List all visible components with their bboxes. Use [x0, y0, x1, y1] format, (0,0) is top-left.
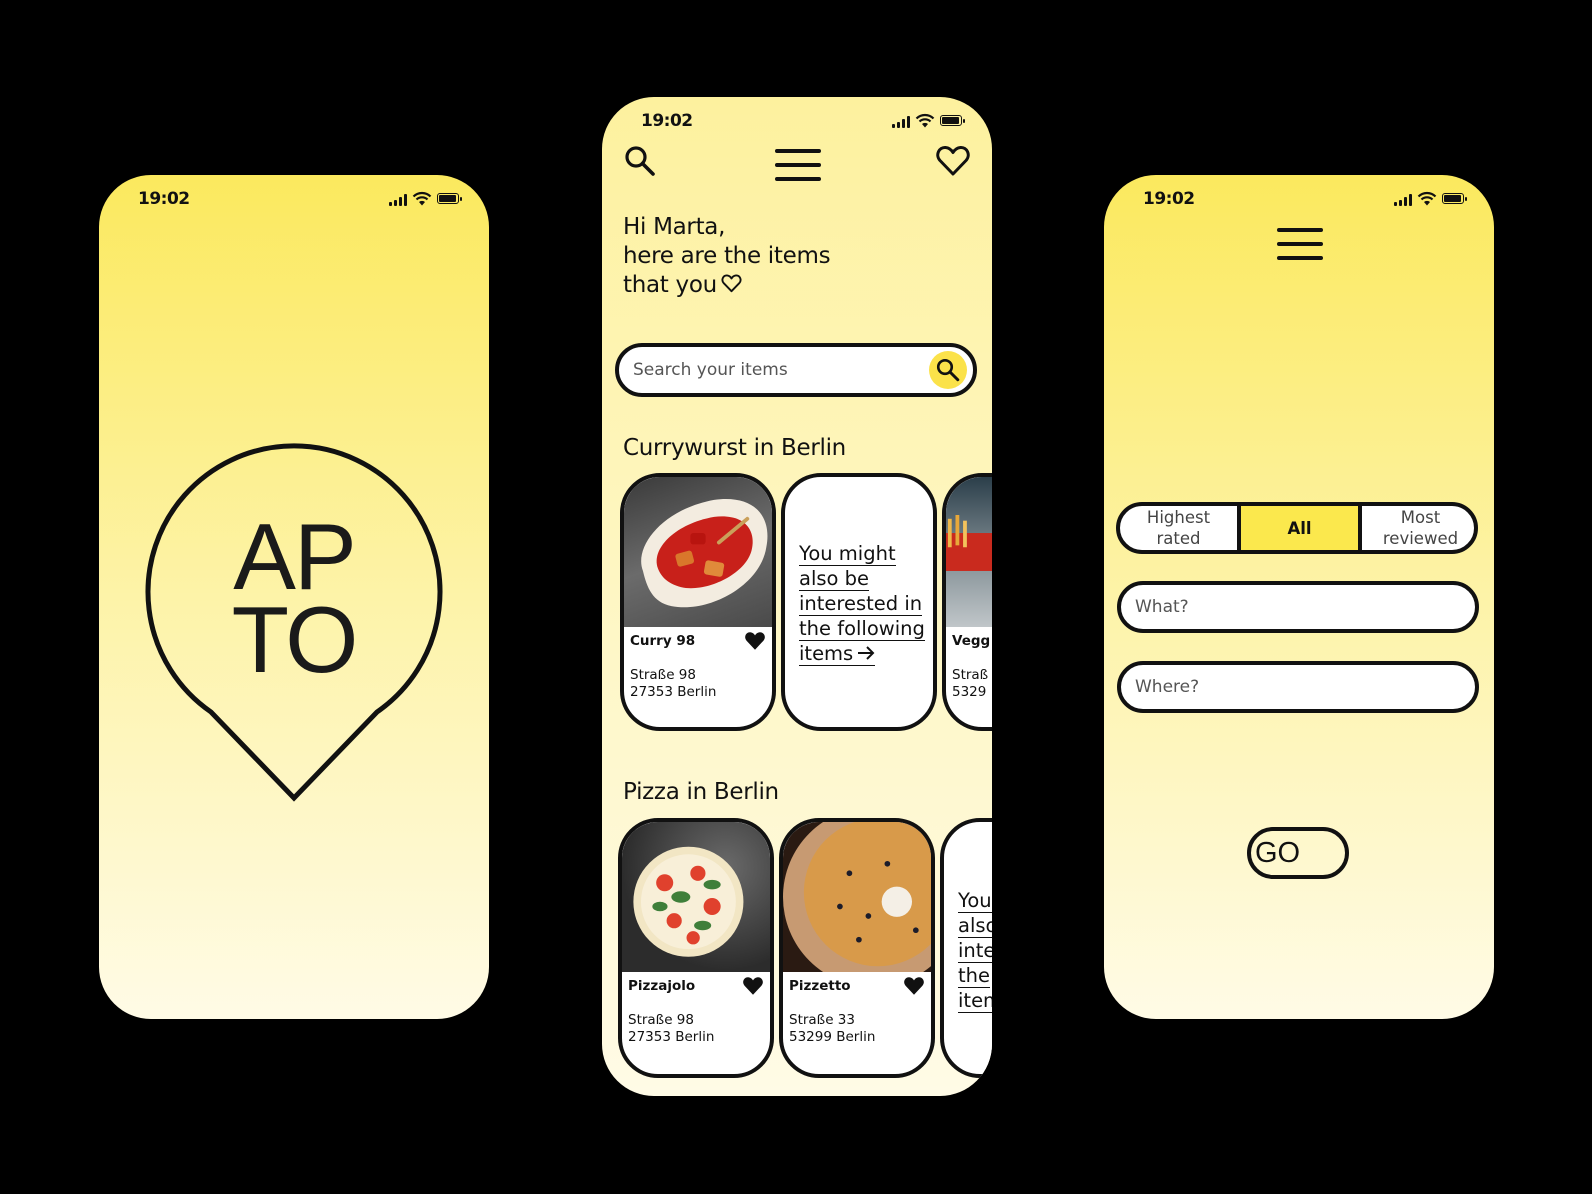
signal-icon — [389, 194, 407, 206]
signal-icon — [1394, 194, 1412, 206]
suggestion-text: the — [958, 964, 991, 988]
battery-icon — [437, 193, 462, 204]
address-street: Straße 98 — [630, 667, 696, 683]
suggestion-text: You — [958, 889, 992, 913]
battery-icon — [1442, 193, 1467, 204]
restaurant-card[interactable]: Pizzajolo Straße 98 27353 Berlin — [618, 818, 774, 1078]
menu-icon[interactable] — [1277, 228, 1323, 262]
restaurant-card[interactable]: Vegg Straß 5329 — [942, 473, 992, 731]
address-city: 5329 — [952, 684, 987, 700]
filter-most-reviewed[interactable]: Most reviewed — [1362, 506, 1474, 550]
address-street: Straß — [952, 667, 989, 683]
wifi-icon — [915, 113, 935, 128]
suggestion-text: interested in — [799, 592, 923, 616]
address-city: 53299 Berlin — [789, 1029, 876, 1045]
go-button[interactable]: GO — [1247, 827, 1349, 879]
search-submit-button[interactable] — [929, 351, 967, 389]
suggestion-text: inte — [958, 940, 992, 963]
restaurant-name: Pizzetto — [789, 978, 851, 994]
food-photo-pizza-margherita — [622, 822, 770, 972]
status-time: 19:02 — [1143, 189, 1195, 209]
status-time: 19:02 — [138, 189, 190, 209]
greeting: Hi Marta, here are the items that you — [623, 213, 831, 300]
suggestion-card[interactable]: You also inte the item — [940, 818, 992, 1078]
address-street: Straße 98 — [628, 1012, 694, 1028]
section-title-pizza: Pizza in Berlin — [623, 779, 779, 805]
favorite-heart-icon[interactable] — [744, 631, 766, 651]
battery-icon — [940, 115, 965, 126]
suggestion-text: also be — [799, 567, 870, 591]
food-photo-fries — [946, 477, 992, 627]
restaurant-address: Straße 98 27353 Berlin — [628, 1012, 714, 1046]
feed-screen: 19:02 Hi Marta, here are the items that … — [602, 97, 992, 1096]
suggestion-text: You might — [799, 542, 896, 566]
favorites-heart-icon[interactable] — [936, 145, 970, 177]
where-input[interactable]: Where? — [1117, 661, 1479, 713]
section-title-currywurst: Currywurst in Berlin — [623, 435, 846, 461]
what-placeholder: What? — [1135, 597, 1189, 617]
favorite-heart-icon[interactable] — [903, 976, 925, 996]
restaurant-card[interactable]: Curry 98 Straße 98 27353 Berlin — [620, 473, 776, 731]
filter-label: Highest rated — [1146, 508, 1211, 548]
logo-text-to: TO — [231, 587, 359, 692]
suggestion-card[interactable]: You might also be interested in the foll… — [781, 473, 937, 731]
status-bar: 19:02 — [99, 189, 489, 211]
filter-segmented-control: Highest rated All Most reviewed — [1116, 502, 1478, 554]
heart-outline-icon — [721, 274, 742, 293]
search-screen: 19:02 Highest rated All Most reviewed Wh… — [1104, 175, 1494, 1019]
what-input[interactable]: What? — [1117, 581, 1479, 633]
filter-label: Most reviewed — [1382, 508, 1459, 548]
suggestion-text: also — [958, 915, 992, 938]
filter-label: All — [1287, 518, 1312, 538]
restaurant-name: Vegg — [952, 633, 991, 649]
suggestion-link[interactable]: You might also be interested in the foll… — [799, 543, 925, 668]
food-photo-pizza — [783, 822, 931, 972]
search-items-input[interactable]: Search your items — [615, 343, 977, 397]
suggestion-link[interactable]: You also inte the item — [958, 890, 992, 1015]
status-bar: 19:02 — [1104, 189, 1494, 211]
splash-screen: 19:02 AP TO — [99, 175, 489, 1019]
search-placeholder: Search your items — [633, 360, 788, 380]
go-label: GO — [1255, 837, 1301, 869]
arrow-right-icon — [858, 646, 875, 660]
restaurant-card[interactable]: Pizzetto Straße 33 53299 Berlin — [779, 818, 935, 1078]
filter-all[interactable]: All — [1241, 506, 1358, 550]
search-icon[interactable] — [624, 145, 656, 177]
where-placeholder: Where? — [1135, 677, 1200, 697]
greeting-line-2: here are the items — [623, 243, 831, 269]
wifi-icon — [412, 191, 432, 206]
restaurant-name: Curry 98 — [630, 633, 696, 649]
address-city: 27353 Berlin — [630, 684, 717, 700]
suggestion-text: item — [958, 990, 992, 1013]
restaurant-name: Pizzajolo — [628, 978, 696, 994]
address-city: 27353 Berlin — [628, 1029, 715, 1045]
status-bar: 19:02 — [602, 111, 992, 133]
favorite-heart-icon[interactable] — [742, 976, 764, 996]
address-street: Straße 33 — [789, 1012, 855, 1028]
greeting-line-1: Hi Marta, — [623, 214, 726, 240]
suggestion-text: items — [799, 642, 854, 665]
food-photo-currywurst — [624, 477, 772, 627]
menu-icon[interactable] — [775, 149, 821, 183]
filter-highest-rated[interactable]: Highest rated — [1120, 506, 1237, 550]
restaurant-address: Straß 5329 — [952, 667, 988, 701]
search-icon — [936, 358, 960, 382]
restaurant-address: Straße 98 27353 Berlin — [630, 667, 716, 701]
suggestion-text: the following — [799, 617, 925, 641]
signal-icon — [892, 116, 910, 128]
status-time: 19:02 — [641, 111, 693, 131]
restaurant-address: Straße 33 53299 Berlin — [789, 1012, 875, 1046]
greeting-line-3: that you — [623, 272, 717, 298]
wifi-icon — [1417, 191, 1437, 206]
